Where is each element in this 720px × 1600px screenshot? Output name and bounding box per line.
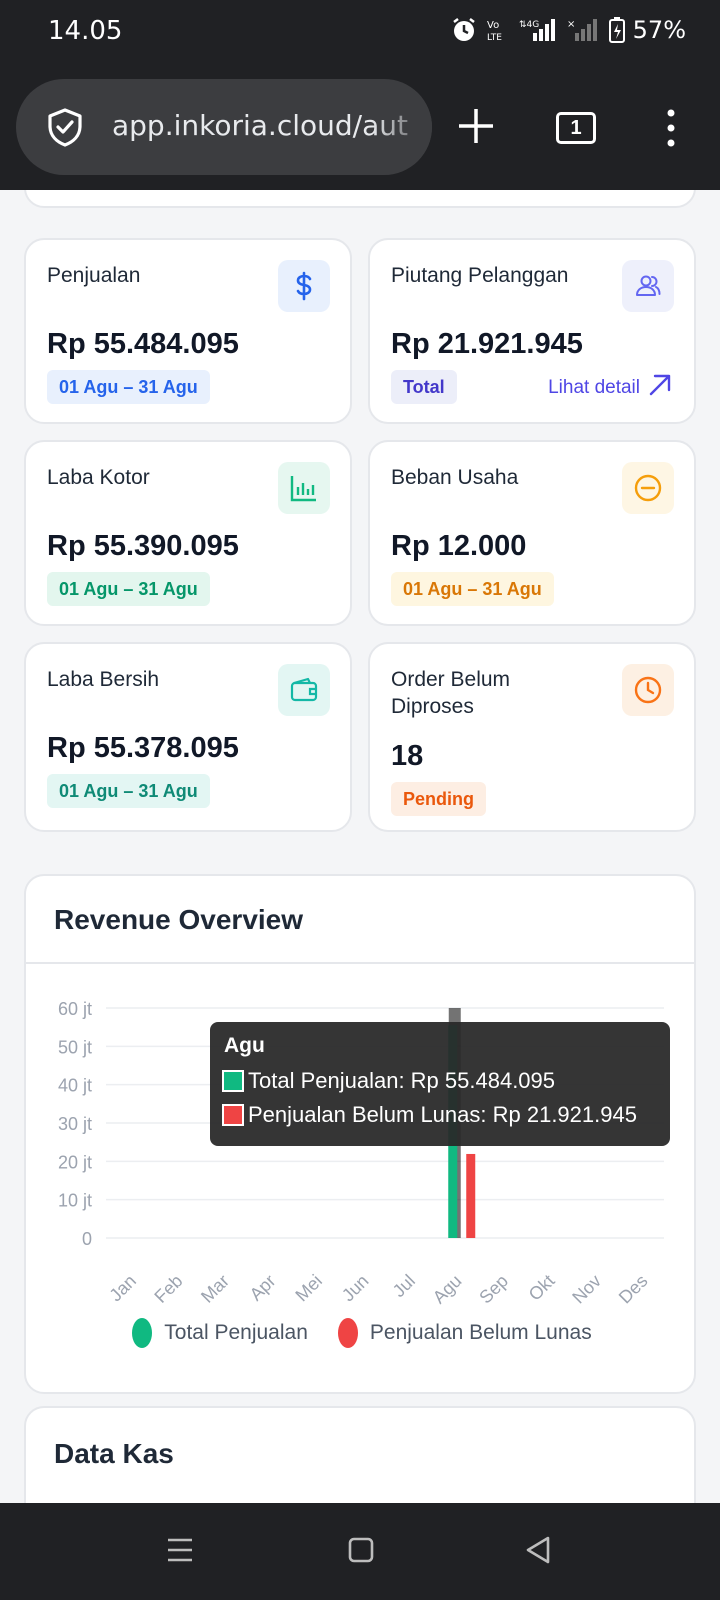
legend-item-total-penjualan[interactable]: Total Penjualan xyxy=(132,1318,308,1348)
tooltip-title: Agu xyxy=(224,1034,265,1057)
stat-label: Piutang Pelanggan xyxy=(391,264,569,287)
browser-toolbar: app.inkoria.cloud/aut 1 xyxy=(0,66,720,190)
stat-value: Rp 55.484.095 xyxy=(47,328,239,360)
tooltip-text: Total Penjualan: Rp 55.484.095 xyxy=(248,1068,556,1093)
battery-charging-icon xyxy=(608,17,625,43)
bar-chart-icon xyxy=(278,462,330,514)
y-tick-label: 50 jt xyxy=(58,1037,92,1057)
data-kas-title: Data Kas xyxy=(54,1438,174,1469)
x-tick-label: Mar xyxy=(197,1271,233,1307)
svg-text:Vo: Vo xyxy=(487,20,499,31)
stat-card-beban-usaha[interactable]: Beban Usaha Rp 12.000 01 Agu – 31 Agu xyxy=(368,440,696,626)
stat-value: Rp 55.378.095 xyxy=(47,732,239,764)
stat-period-badge: 01 Agu – 31 Agu xyxy=(391,572,554,606)
stat-label: Penjualan xyxy=(47,264,141,287)
svg-text:⇅4G: ⇅4G xyxy=(519,20,539,30)
svg-text:×: × xyxy=(567,19,575,30)
new-tab-icon[interactable] xyxy=(456,106,496,151)
recent-apps-icon[interactable] xyxy=(166,1535,194,1570)
shield-check-icon[interactable] xyxy=(46,107,84,152)
chart-legend: Total Penjualan Penjualan Belum Lunas xyxy=(26,1318,698,1348)
stat-period-badge: 01 Agu – 31 Agu xyxy=(47,370,210,404)
alarm-icon xyxy=(451,17,477,43)
stat-label: Beban Usaha xyxy=(391,466,519,489)
stat-label: Order Belum Diproses xyxy=(391,668,511,718)
legend-item-belum-lunas[interactable]: Penjualan Belum Lunas xyxy=(337,1318,592,1348)
stat-status-badge: Pending xyxy=(391,782,486,816)
bar-belum-lunas-agu[interactable] xyxy=(466,1153,476,1238)
page-content: Penjualan Rp 55.484.095 01 Agu – 31 Agu … xyxy=(0,190,720,1503)
x-tick-label: Des xyxy=(615,1271,652,1308)
previous-card-edge xyxy=(24,190,696,208)
stat-value: Rp 21.921.945 xyxy=(391,328,583,360)
revenue-title: Revenue Overview xyxy=(54,904,304,935)
back-icon[interactable] xyxy=(524,1535,552,1570)
url-text[interactable]: app.inkoria.cloud/aut xyxy=(112,109,408,142)
x-tick-label: Jul xyxy=(389,1271,419,1301)
chart-tooltip: Agu Total Penjualan: Rp 55.484.095 Penju… xyxy=(210,1022,670,1146)
tab-switcher-button[interactable]: 1 xyxy=(556,112,596,144)
more-menu-icon[interactable] xyxy=(665,108,677,153)
stat-card-piutang-pelanggan[interactable]: Piutang Pelanggan Rp 21.921.945 Total Li… xyxy=(368,238,696,424)
status-bar: 14.05 Vo LTE ⇅4G × 57% xyxy=(0,0,720,66)
clock-icon xyxy=(622,664,674,716)
stat-card-penjualan[interactable]: Penjualan Rp 55.484.095 01 Agu – 31 Agu xyxy=(24,238,352,424)
stat-card-order-belum-diproses[interactable]: Order Belum Diproses 18 Pending xyxy=(368,642,696,832)
legend-marker xyxy=(337,1318,358,1348)
stat-value: Rp 55.390.095 xyxy=(47,530,239,562)
signal-4g-icon: ⇅4G xyxy=(519,17,559,43)
lihat-detail-link[interactable]: Lihat detail xyxy=(548,373,672,403)
status-icons: Vo LTE ⇅4G × 57% xyxy=(451,16,686,44)
tooltip-row-belum-lunas: Penjualan Belum Lunas: Rp 21.921.945 xyxy=(222,1098,658,1132)
address-bar[interactable]: app.inkoria.cloud/aut xyxy=(16,79,432,175)
stat-value: 18 xyxy=(391,740,424,772)
stat-card-laba-bersih[interactable]: Laba Bersih Rp 55.378.095 01 Agu – 31 Ag… xyxy=(24,642,352,832)
x-tick-label: Sep xyxy=(475,1271,512,1308)
x-tick-label: Jun xyxy=(338,1271,373,1306)
revenue-overview-card: Revenue Overview 0 10 jt 20 jt 30 jt 40 jt 50… xyxy=(24,874,696,1394)
x-tick-label: Nov xyxy=(568,1271,605,1308)
x-tick-label: Agu xyxy=(429,1271,466,1308)
signal-no-service-icon: × xyxy=(567,17,601,43)
y-tick-label: 40 jt xyxy=(58,1076,92,1096)
status-time: 14.05 xyxy=(48,16,123,46)
y-tick-label: 30 jt xyxy=(58,1114,92,1134)
stat-period-badge: 01 Agu – 31 Agu xyxy=(47,572,210,606)
dollar-icon xyxy=(278,260,330,312)
tooltip-text: Penjualan Belum Lunas: Rp 21.921.945 xyxy=(248,1102,637,1127)
data-kas-card: Data Kas xyxy=(24,1406,696,1503)
legend-marker xyxy=(132,1318,153,1348)
stat-label: Laba Bersih xyxy=(47,668,160,691)
x-tick-label: Okt xyxy=(525,1271,559,1305)
x-tick-label: Jan xyxy=(105,1271,140,1306)
stat-value: Rp 12.000 xyxy=(391,530,527,562)
stat-label: Laba Kotor xyxy=(47,466,150,489)
y-tick-label: 10 jt xyxy=(58,1191,92,1211)
tooltip-swatch xyxy=(222,1070,244,1092)
x-tick-label: Mei xyxy=(291,1271,326,1306)
x-tick-label: Feb xyxy=(150,1271,186,1307)
users-icon xyxy=(622,260,674,312)
stat-card-laba-kotor[interactable]: Laba Kotor Rp 55.390.095 01 Agu – 31 Agu xyxy=(24,440,352,626)
system-navigation-bar xyxy=(0,1503,720,1600)
volte-icon: Vo LTE xyxy=(485,17,511,43)
lihat-detail-label[interactable]: Lihat detail xyxy=(548,377,640,399)
y-tick-label: 20 jt xyxy=(58,1152,92,1172)
minus-circle-icon xyxy=(622,462,674,514)
home-icon[interactable] xyxy=(348,1535,374,1570)
svg-text:LTE: LTE xyxy=(487,33,502,43)
tooltip-row-total-penjualan: Total Penjualan: Rp 55.484.095 xyxy=(222,1064,658,1098)
tooltip-swatch xyxy=(222,1104,244,1126)
y-tick-label: 0 xyxy=(82,1229,92,1249)
legend-label[interactable]: Penjualan Belum Lunas xyxy=(370,1321,592,1345)
divider xyxy=(26,962,694,964)
stat-period-badge: 01 Agu – 31 Agu xyxy=(47,774,210,808)
legend-label[interactable]: Total Penjualan xyxy=(164,1321,308,1345)
stat-total-badge: Total xyxy=(391,370,457,404)
x-tick-label: Apr xyxy=(246,1271,280,1305)
wallet-icon xyxy=(278,664,330,716)
battery-percent: 57% xyxy=(632,16,686,44)
y-tick-label: 60 jt xyxy=(58,999,92,1019)
arrow-up-right-icon[interactable] xyxy=(648,373,672,403)
